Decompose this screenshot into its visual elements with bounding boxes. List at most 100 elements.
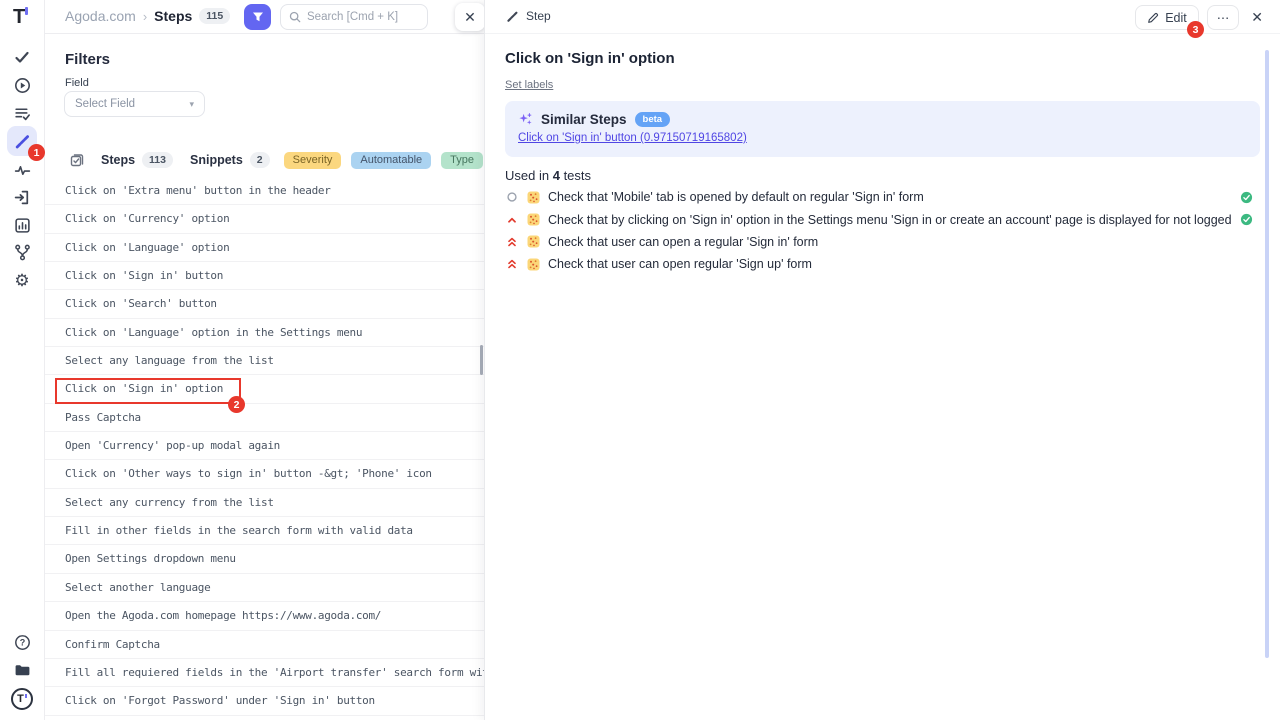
step-row[interactable]: Select any currency from the list: [45, 489, 484, 517]
test-title: Check that user can open a regular 'Sign…: [548, 235, 1253, 249]
step-row[interactable]: Open 'Currency' pop-up modal again: [45, 432, 484, 460]
activity-icon[interactable]: [8, 156, 36, 184]
more-button[interactable]: ⋯: [1207, 5, 1240, 30]
branch-icon[interactable]: [8, 238, 36, 266]
field-select[interactable]: Select Field ▾: [64, 91, 205, 117]
similar-step-link[interactable]: Click on 'Sign in' button (0.97150719165…: [518, 132, 747, 144]
step-row[interactable]: Pass Captcha: [45, 404, 484, 432]
step-row[interactable]: Confirm Captcha: [45, 631, 484, 659]
annotation-badge-2: 2: [228, 396, 245, 413]
detail-header: Step Edit ⋯ ✕: [485, 0, 1280, 34]
step-row[interactable]: Select any language from the list: [45, 347, 484, 375]
sign-in-icon[interactable]: [8, 183, 36, 211]
test-row[interactable]: Check that by clicking on 'Sign in' opti…: [505, 208, 1253, 230]
set-labels-link[interactable]: Set labels: [505, 79, 553, 91]
close-icon: ✕: [464, 9, 476, 26]
list-toolbar: Steps 113 Snippets 2 Severity Automatabl…: [70, 151, 484, 169]
step-row[interactable]: Click on 'Language' option: [45, 234, 484, 262]
step-row[interactable]: Open Settings dropdown menu: [45, 545, 484, 573]
tab-steps[interactable]: Steps: [101, 153, 135, 167]
confetti-emoji: [527, 258, 540, 271]
similar-steps-title: Similar Steps: [541, 112, 627, 127]
used-in-count: 4: [553, 168, 560, 183]
tag-severity[interactable]: Severity: [284, 152, 342, 169]
app-logo: T: [13, 6, 28, 29]
annotation-badge-1: 1: [28, 144, 45, 161]
step-row[interactable]: Click on 'Forgot Password' under 'Sign i…: [45, 687, 484, 715]
edit-label: Edit: [1165, 11, 1187, 25]
clipboard-check-icon[interactable]: [70, 153, 84, 167]
step-row[interactable]: Click on 'Extra menu' button in the head…: [45, 177, 484, 205]
beta-badge: beta: [635, 112, 671, 127]
play-circle-icon[interactable]: [8, 71, 36, 99]
step-row[interactable]: Click on 'Currency' option: [45, 205, 484, 233]
step-row[interactable]: Click on 'Language' option in the Settin…: [45, 319, 484, 347]
breadcrumb-separator: ›: [143, 9, 147, 24]
severity-normal-icon: [505, 191, 519, 203]
field-select-value: Select Field: [75, 98, 135, 110]
step-row[interactable]: Click on 'Other ways to sign in' button …: [45, 460, 484, 488]
search-box[interactable]: [280, 4, 428, 30]
check-icon[interactable]: [8, 43, 36, 71]
step-row[interactable]: Click on 'Search' button: [45, 290, 484, 318]
t-logo-circle[interactable]: T: [8, 685, 36, 713]
field-label: Field: [65, 77, 89, 89]
annotation-highlight-rect: [55, 378, 241, 404]
detail-header-title: Step: [506, 9, 551, 23]
passed-icon: [1240, 213, 1253, 226]
test-title: Check that user can open regular 'Sign u…: [548, 257, 1253, 271]
pencil-icon: [1147, 12, 1159, 24]
breadcrumb-page: Steps: [154, 8, 192, 24]
confetti-emoji: [527, 235, 540, 248]
steps-list: Click on 'Extra menu' button in the head…: [45, 177, 484, 716]
similar-steps-box: Similar Steps beta Click on 'Sign in' bu…: [505, 101, 1260, 157]
step-row[interactable]: Select another language: [45, 574, 484, 602]
step-row[interactable]: Fill all requiered fields in the 'Airpor…: [45, 659, 484, 687]
ellipsis-icon: ⋯: [1217, 10, 1230, 25]
step-title: Click on 'Sign in' option: [505, 50, 675, 67]
test-title: Check that by clicking on 'Sign in' opti…: [548, 213, 1232, 227]
breadcrumb-project[interactable]: Agoda.com: [65, 8, 136, 24]
tab-snippets[interactable]: Snippets: [190, 153, 243, 167]
list-scrollbar[interactable]: [480, 345, 483, 375]
chevron-down-icon: ▾: [189, 99, 194, 110]
list-header: Agoda.com › Steps 115 ✕: [45, 0, 484, 34]
svg-text:?: ?: [19, 637, 25, 647]
test-title: Check that 'Mobile' tab is opened by def…: [548, 190, 1232, 204]
funnel-icon: [252, 11, 264, 23]
tag-automatable[interactable]: Automatable: [351, 152, 431, 169]
detail-header-label: Step: [526, 9, 551, 23]
folder-icon[interactable]: [8, 656, 36, 684]
tag-type[interactable]: Type: [441, 152, 483, 169]
list-close-button[interactable]: ✕: [455, 3, 484, 31]
step-detail-panel: Step Edit ⋯ ✕ Click on 'Sign in' option …: [484, 0, 1280, 720]
detail-close-button[interactable]: ✕: [1247, 9, 1267, 26]
severity-high-icon: [505, 214, 519, 226]
breadcrumb: Agoda.com › Steps 115: [65, 8, 230, 24]
snippets-count-badge: 2: [250, 152, 270, 168]
steps-list-panel: Agoda.com › Steps 115 ✕ Filters Field Se…: [45, 0, 484, 720]
sparkles-icon: [518, 112, 533, 127]
steps-icon: [506, 10, 519, 23]
list-check-icon[interactable]: [8, 99, 36, 127]
sidebar: T ⚙ ? T: [0, 0, 45, 720]
gear-icon[interactable]: ⚙: [8, 266, 36, 294]
filters-title: Filters: [65, 51, 110, 68]
close-icon: ✕: [1251, 9, 1263, 25]
step-row[interactable]: Open the Agoda.com homepage https://www.…: [45, 602, 484, 630]
step-row[interactable]: Fill in other fields in the search form …: [45, 517, 484, 545]
test-row[interactable]: Check that user can open regular 'Sign u…: [505, 253, 1253, 275]
test-row[interactable]: Check that 'Mobile' tab is opened by def…: [505, 186, 1253, 208]
detail-scrollbar[interactable]: [1265, 50, 1269, 658]
step-row[interactable]: Click on 'Sign in' button: [45, 262, 484, 290]
confetti-emoji: [527, 191, 540, 204]
severity-critical-icon: [505, 236, 519, 248]
search-input[interactable]: [307, 11, 417, 23]
steps-count-badge: 113: [142, 152, 173, 168]
report-icon[interactable]: [8, 211, 36, 239]
filter-button[interactable]: [244, 4, 271, 30]
used-in-tests-label: Used in 4 tests: [505, 168, 591, 183]
passed-icon: [1240, 191, 1253, 204]
help-icon[interactable]: ?: [8, 628, 36, 656]
test-row[interactable]: Check that user can open a regular 'Sign…: [505, 231, 1253, 253]
